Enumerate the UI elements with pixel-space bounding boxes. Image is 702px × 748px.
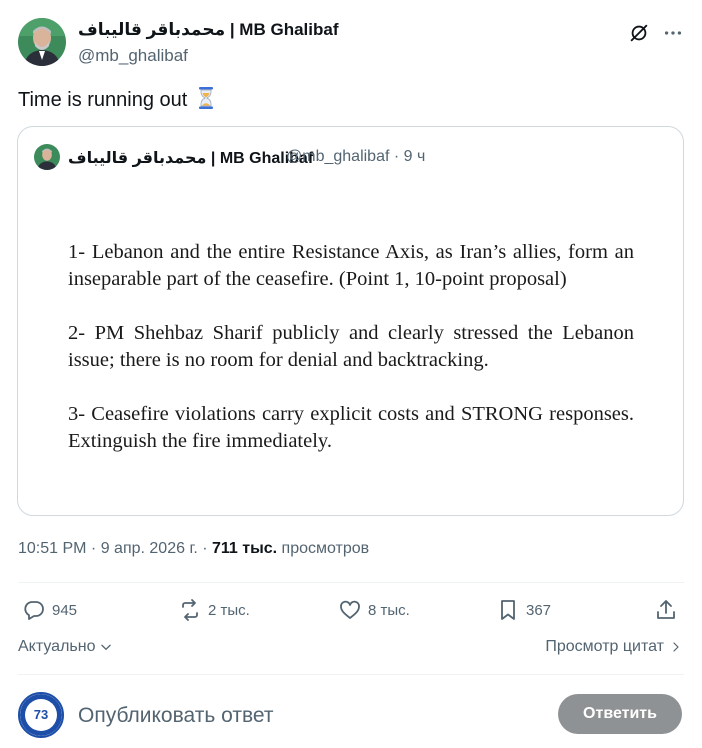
- quote-paragraph-1: 1- Lebanon and the entire Resistance Axi…: [68, 241, 634, 290]
- chevron-down-icon: [101, 644, 112, 650]
- reply-count: 945: [52, 601, 78, 619]
- divider: [18, 582, 684, 583]
- chevron-right-icon: [673, 642, 679, 652]
- reply-input[interactable]: Опубликовать ответ: [78, 704, 274, 728]
- hourglass-icon: [197, 86, 215, 110]
- tweet-text-content: Time is running out: [18, 89, 188, 111]
- divider: [18, 674, 684, 675]
- bookmark-action[interactable]: 367: [496, 598, 551, 622]
- tweet-meta: 10:51 PM · 9 апр. 2026 г. · 711 тыс. про…: [18, 540, 369, 558]
- quote-image-text: 1- Lebanon and the entire Resistance Axi…: [68, 239, 634, 482]
- tweet-detail: محمدباقر قالیباف | MB Ghalibaf @mb_ghali…: [0, 0, 702, 748]
- heart-icon: [340, 600, 360, 619]
- tweet-text: Time is running out: [18, 86, 215, 113]
- quote-paragraph-3: 3- Ceasefire violations carry explicit c…: [68, 403, 634, 452]
- bookmark-count: 367: [526, 601, 552, 619]
- views-label: просмотров: [277, 540, 370, 557]
- quote-author-name: محمدباقر قالیباف | MB Ghalibaf: [68, 150, 314, 167]
- sort-label: Актуально: [18, 638, 96, 655]
- author-handle[interactable]: @mb_ghalibaf: [78, 46, 188, 66]
- current-user-avatar[interactable]: 73: [18, 692, 64, 738]
- like-action[interactable]: 8 тыс.: [338, 598, 410, 622]
- views-count: 711 тыс.: [211, 540, 278, 557]
- quoted-tweet-card[interactable]: محمدباقر قالیباف | MB Ghalibaf @mb_ghali…: [17, 126, 684, 516]
- timestamp[interactable]: 10:51 PM · 9 апр. 2026 г. ·: [18, 540, 212, 557]
- reply-action[interactable]: 945: [22, 598, 77, 622]
- more-options-icon[interactable]: [662, 22, 684, 44]
- like-count: 8 тыс.: [368, 601, 410, 619]
- sort-dropdown[interactable]: Актуально: [18, 638, 113, 656]
- avatar-text: 73: [34, 707, 48, 722]
- share-icon: [657, 600, 675, 619]
- view-quotes-link[interactable]: Просмотр цитат: [545, 638, 682, 656]
- quote-author-handle-time: @mb_ghalibaf · 9 ч: [286, 148, 426, 165]
- quote-paragraph-2: 2- PM Shehbaz Sharif publicly and clearl…: [68, 322, 634, 371]
- author-display-name[interactable]: محمدباقر قالیباف | MB Ghalibaf: [78, 20, 338, 40]
- bookmark-icon: [501, 600, 515, 620]
- reply-icon: [24, 601, 44, 620]
- repost-icon: [182, 599, 198, 621]
- quote-author-avatar: [34, 144, 60, 170]
- share-action[interactable]: [654, 598, 678, 622]
- view-quotes-label: Просмотр цитат: [545, 638, 664, 655]
- grok-icon[interactable]: [628, 22, 650, 44]
- repost-action[interactable]: 2 тыс.: [178, 598, 250, 622]
- reply-submit-button[interactable]: Ответить: [558, 694, 682, 734]
- repost-count: 2 тыс.: [208, 601, 250, 619]
- author-avatar[interactable]: [18, 18, 66, 66]
